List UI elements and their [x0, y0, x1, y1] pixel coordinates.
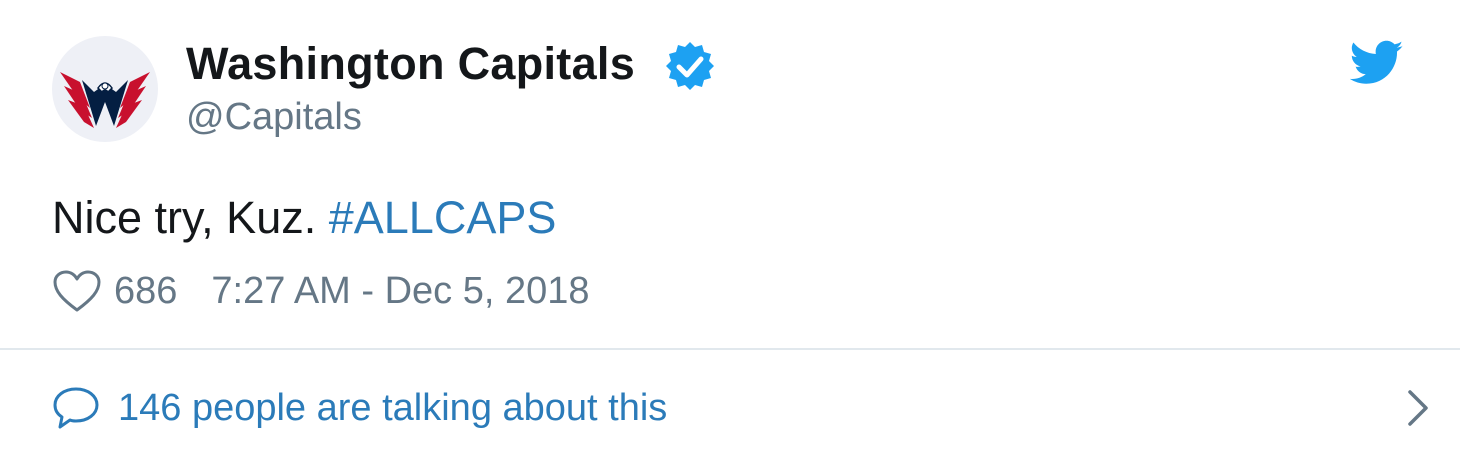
conversation-label: 146 people are talking about this [118, 386, 668, 429]
avatar[interactable] [52, 36, 158, 142]
capitals-logo-icon [60, 72, 150, 128]
author-handle[interactable]: @Capitals [186, 96, 362, 139]
tweet-body-text: Nice try, Kuz. [52, 192, 329, 243]
tweet-text: Nice try, Kuz. #ALLCAPS [52, 192, 556, 244]
hashtag-link[interactable]: #ALLCAPS [329, 192, 557, 243]
chevron-right-icon[interactable] [1402, 388, 1432, 428]
conversation-link[interactable]: 146 people are talking about this [52, 380, 1432, 436]
tweet-card: Washington Capitals @Capitals Nice try, … [0, 0, 1460, 451]
verified-badge-icon [666, 42, 714, 90]
author-display-name[interactable]: Washington Capitals [186, 38, 635, 90]
tweet-meta-row: 686 7:27 AM - Dec 5, 2018 [52, 268, 590, 314]
reply-bubble-icon [53, 387, 99, 429]
twitter-bird-icon[interactable] [1350, 40, 1404, 86]
heart-icon[interactable] [52, 269, 102, 313]
like-count[interactable]: 686 [114, 270, 177, 313]
divider [0, 348, 1460, 350]
tweet-timestamp[interactable]: 7:27 AM - Dec 5, 2018 [211, 270, 589, 313]
